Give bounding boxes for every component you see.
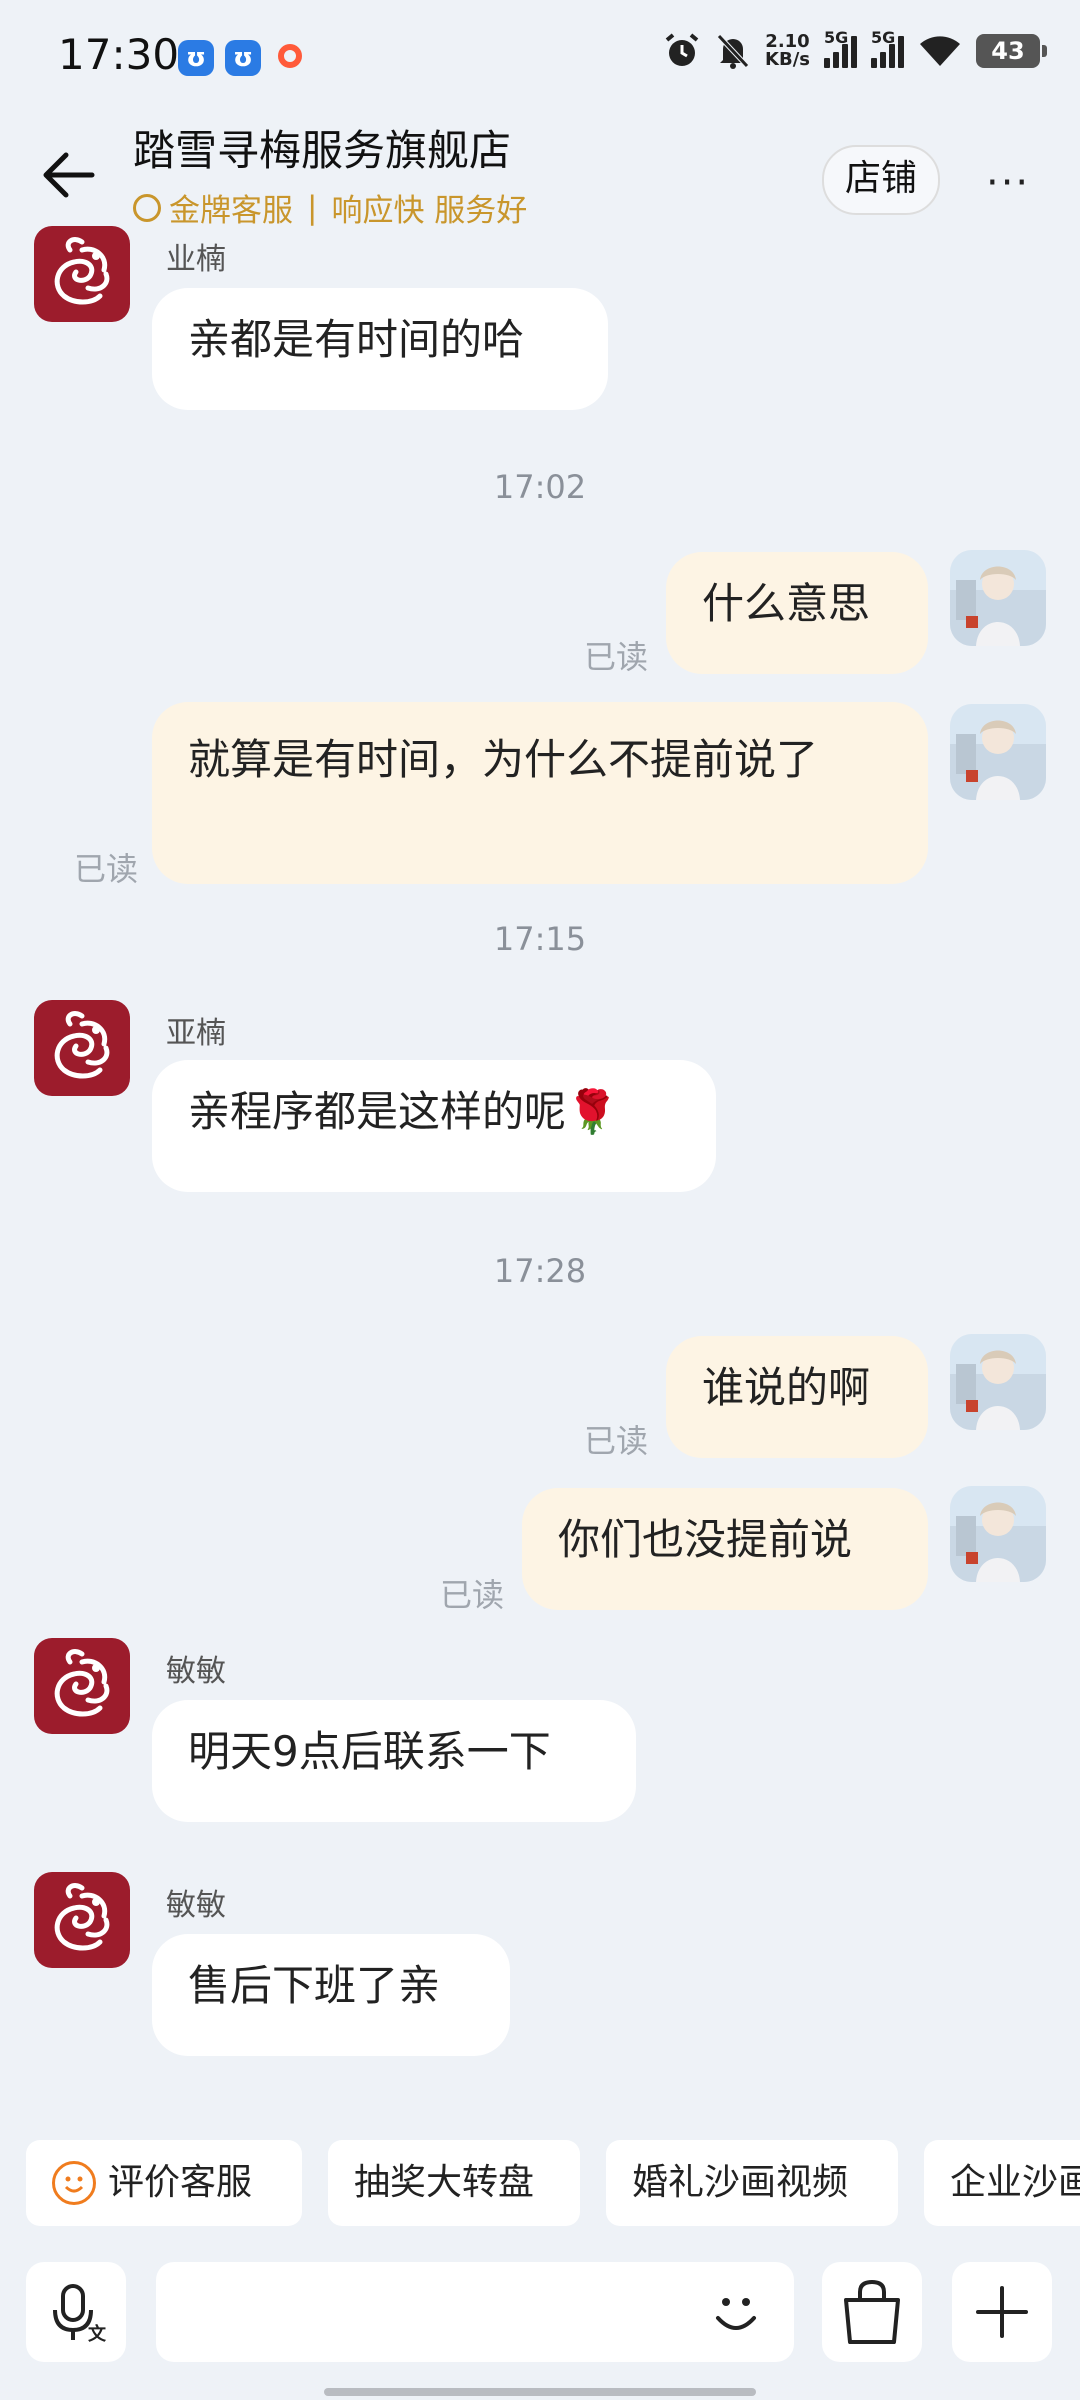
wifi-icon (920, 36, 960, 66)
read-status: 已读 (584, 638, 649, 676)
app-notification-icon: ʊ (178, 40, 214, 76)
read-status: 已读 (440, 1576, 505, 1614)
read-status: 已读 (584, 1422, 649, 1460)
microphone-icon (53, 2284, 93, 2340)
user-avatar[interactable] (950, 1486, 1046, 1582)
quick-action-lottery[interactable]: 抽奖大转盘 (328, 2140, 580, 2226)
more-actions-button[interactable] (952, 2262, 1052, 2362)
shop-avatar[interactable] (34, 1872, 130, 1968)
user-avatar[interactable] (950, 704, 1046, 800)
user-avatar[interactable] (950, 550, 1046, 646)
smile-badge-icon (133, 193, 161, 222)
message-bubble[interactable]: 什么意思 (666, 552, 928, 674)
user-avatar[interactable] (950, 1334, 1046, 1430)
back-arrow-icon[interactable] (38, 145, 98, 205)
quick-action-wedding-video[interactable]: 婚礼沙画视频 (606, 2140, 898, 2226)
translate-badge: 文 (88, 2324, 106, 2345)
message-bubble[interactable]: 售后下班了亲 (152, 1934, 510, 2056)
sender-name: 敏敏 (166, 1654, 226, 1689)
mute-bell-icon (717, 34, 749, 69)
message-bubble[interactable]: 谁说的啊 (666, 1336, 928, 1458)
status-icons: 2.10 KB/s 5G 5G 43 (663, 28, 1047, 70)
sender-name: 业楠 (166, 242, 226, 277)
quick-action-corporate[interactable]: 企业沙画 (924, 2140, 1080, 2226)
timestamp: 17:15 (493, 920, 587, 958)
status-bar: 17:30 ʊ ʊ 2.10 KB/s 5G 5G 43 (0, 0, 1080, 115)
sender-name: 敏敏 (166, 1888, 226, 1923)
shop-avatar[interactable] (34, 1000, 130, 1096)
read-status: 已读 (74, 850, 139, 888)
home-indicator[interactable] (324, 2388, 756, 2396)
network-speed: 2.10 KB/s (765, 31, 810, 70)
store-button[interactable]: 店铺 (822, 145, 940, 215)
product-button[interactable] (822, 2262, 922, 2362)
smile-icon (52, 2161, 96, 2205)
shopping-bag-icon (844, 2279, 900, 2344)
sim2-signal-icon: 5G (871, 28, 904, 68)
more-options-icon[interactable]: ··· (986, 160, 1030, 206)
battery-icon: 43 (976, 34, 1047, 68)
plus-icon (976, 2286, 1028, 2338)
message-bubble[interactable]: 明天9点后联系一下 (152, 1700, 636, 1822)
alarm-icon (665, 33, 699, 66)
message-bubble[interactable]: 亲程序都是这样的呢🌹 (152, 1060, 716, 1192)
message-bubble[interactable]: 你们也没提前说 (522, 1488, 928, 1610)
status-time: 17:30 (58, 30, 180, 79)
chat-header: 踏雪寻梅服务旗舰店 金牌客服 | 响应快 服务好 店铺 ··· (0, 115, 1080, 235)
timestamp: 17:02 (493, 468, 587, 506)
message-bubble[interactable]: 亲都是有时间的哈 (152, 288, 608, 410)
app-notification-icon: ʊ (225, 40, 261, 76)
quick-action-rate-service[interactable]: 评价客服 (26, 2140, 302, 2226)
timestamp: 17:28 (493, 1252, 587, 1290)
service-badge: 金牌客服 | 响应快 服务好 (133, 185, 527, 230)
shop-title: 踏雪寻梅服务旗舰店 (133, 126, 512, 175)
message-input[interactable] (156, 2262, 794, 2362)
emoji-icon[interactable] (704, 2280, 768, 2344)
record-indicator-icon (278, 44, 302, 68)
sim1-signal-icon: 5G (824, 28, 857, 68)
shop-avatar[interactable] (34, 1638, 130, 1734)
voice-input-button[interactable]: 文 (26, 2262, 126, 2362)
shop-avatar[interactable] (34, 226, 130, 322)
sender-name: 亚楠 (166, 1016, 226, 1051)
message-bubble[interactable]: 就算是有时间，为什么不提前说了 (152, 702, 928, 884)
